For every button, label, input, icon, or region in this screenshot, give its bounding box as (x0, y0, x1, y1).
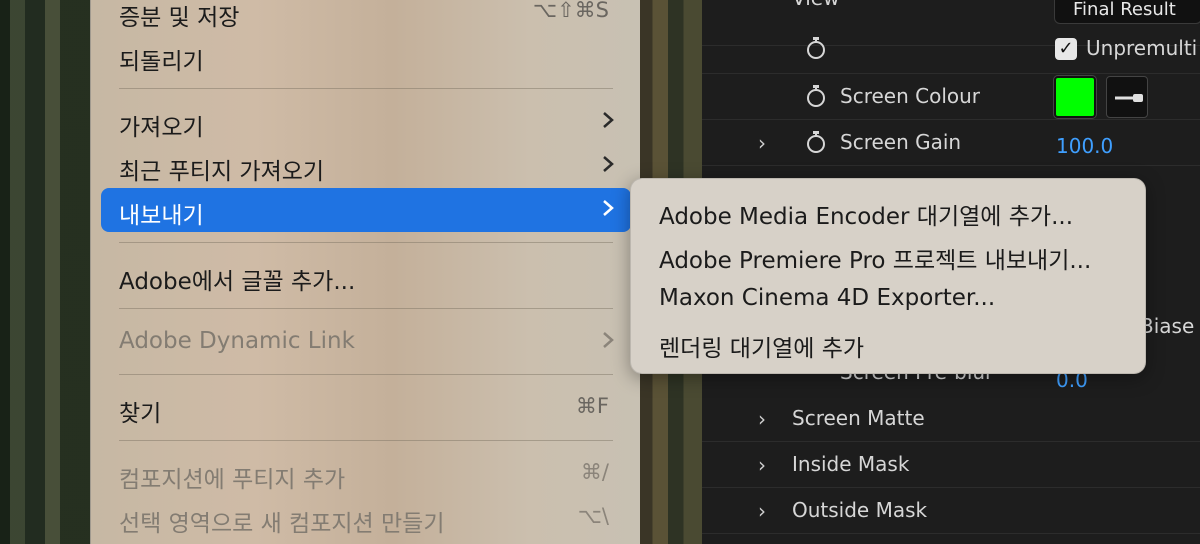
screen-colour-label: Screen Colour (840, 84, 981, 108)
menu-separator (119, 88, 613, 89)
screen-gain-value[interactable]: 100.0 (1056, 134, 1113, 158)
unpremultiply-label: Unpremulti (1086, 36, 1198, 60)
eyedropper-icon (1115, 94, 1143, 102)
menu-item-add-footage-to-comp[interactable]: 컴포지션에 푸티지 추가 ⌘/ (101, 452, 631, 496)
chevron-right-icon[interactable]: › (758, 407, 772, 431)
menu-item-import[interactable]: 가져오기 (101, 100, 631, 144)
stopwatch-icon[interactable] (805, 130, 827, 154)
menu-item-label: 내보내기 (119, 203, 204, 229)
screen-gain-row: › Screen Gain 100.0 (702, 120, 1200, 166)
stopwatch-icon[interactable] (805, 36, 827, 60)
chevron-right-icon (603, 112, 614, 128)
menu-item-label: 최근 푸티지 가져오기 (119, 159, 325, 185)
screen-colour-swatch[interactable] (1054, 76, 1096, 118)
chevron-right-icon[interactable]: › (758, 499, 772, 523)
stopwatch-icon[interactable] (805, 84, 827, 108)
group-label: Inside Mask (792, 452, 910, 476)
menu-separator (119, 440, 613, 441)
menu-item-add-fonts[interactable]: Adobe에서 글꼴 추가... (101, 254, 631, 298)
menu-item-label: 컴포지션에 푸티지 추가 (119, 467, 346, 493)
unpremultiply-row: ✓ Unpremulti (702, 28, 1200, 74)
menu-item-label: 가져오기 (119, 115, 204, 141)
menu-item-label: 증분 및 저장 (119, 5, 240, 31)
view-label: View (792, 0, 839, 10)
menu-item-shortcut: ⌘F (575, 394, 609, 418)
desktop-background-left (0, 0, 100, 544)
screen-gain-label: Screen Gain (840, 130, 962, 154)
group-row[interactable]: › Outside Mask (702, 488, 1200, 534)
export-submenu: Adobe Media Encoder 대기열에 추가... Adobe Pre… (630, 178, 1146, 374)
submenu-item-render-queue[interactable]: 렌더링 대기열에 추가 (659, 329, 864, 369)
unpremultiply-checkbox[interactable]: ✓ (1055, 38, 1077, 60)
menu-item-dynamic-link[interactable]: Adobe Dynamic Link (101, 320, 631, 364)
menu-item-new-comp-from-selection[interactable]: 선택 영역으로 새 컴포지션 만들기 ⌥\ (101, 496, 631, 540)
menu-item-export[interactable]: 내보내기 (101, 188, 631, 232)
menu-separator (119, 374, 613, 375)
menu-item-label: 되돌리기 (119, 49, 204, 75)
menu-item-shortcut: ⌘/ (580, 460, 609, 484)
menu-item-label: Adobe Dynamic Link (119, 328, 355, 354)
group-label: Screen Matte (792, 406, 925, 430)
menu-item-find[interactable]: 찾기 ⌘F (101, 386, 631, 430)
group-label: Outside Mask (792, 498, 928, 522)
menu-item-recent-footage[interactable]: 최근 푸티지 가져오기 (101, 144, 631, 188)
eyedropper-button[interactable] (1106, 76, 1148, 118)
file-menu: 증분 및 저장 ⌥⇧⌘S 되돌리기 가져오기 최근 푸티지 가져오기 내보내기 … (90, 0, 640, 544)
chevron-right-icon (603, 200, 614, 216)
menu-separator (119, 242, 613, 243)
menu-separator (119, 308, 613, 309)
chevron-right-icon[interactable]: › (758, 131, 772, 155)
submenu-item-premiere-export[interactable]: Adobe Premiere Pro 프로젝트 내보내기... (659, 241, 1091, 281)
menu-item-label: 선택 영역으로 새 컴포지션 만들기 (119, 511, 445, 537)
submenu-item-media-encoder[interactable]: Adobe Media Encoder 대기열에 추가... (659, 197, 1073, 237)
menu-item-label: Adobe에서 글꼴 추가... (119, 269, 356, 295)
menu-item-shortcut: ⌥⇧⌘S (532, 0, 609, 22)
chevron-right-icon (603, 156, 614, 172)
menu-item-revert[interactable]: 되돌리기 (101, 34, 631, 78)
group-row[interactable]: › Screen Matte (702, 396, 1200, 442)
view-dropdown[interactable]: Final Result (1054, 0, 1200, 24)
submenu-item-cinema4d-exporter[interactable]: Maxon Cinema 4D Exporter... (659, 285, 995, 325)
menu-item-increment-save[interactable]: 증분 및 저장 ⌥⇧⌘S (101, 0, 631, 34)
chevron-right-icon[interactable]: › (758, 453, 772, 477)
group-row[interactable]: › Inside Mask (702, 442, 1200, 488)
menu-item-label: 찾기 (119, 401, 162, 427)
chevron-right-icon (603, 332, 614, 348)
biase-label: Biase (1140, 314, 1195, 338)
menu-item-shortcut: ⌥\ (577, 504, 609, 528)
